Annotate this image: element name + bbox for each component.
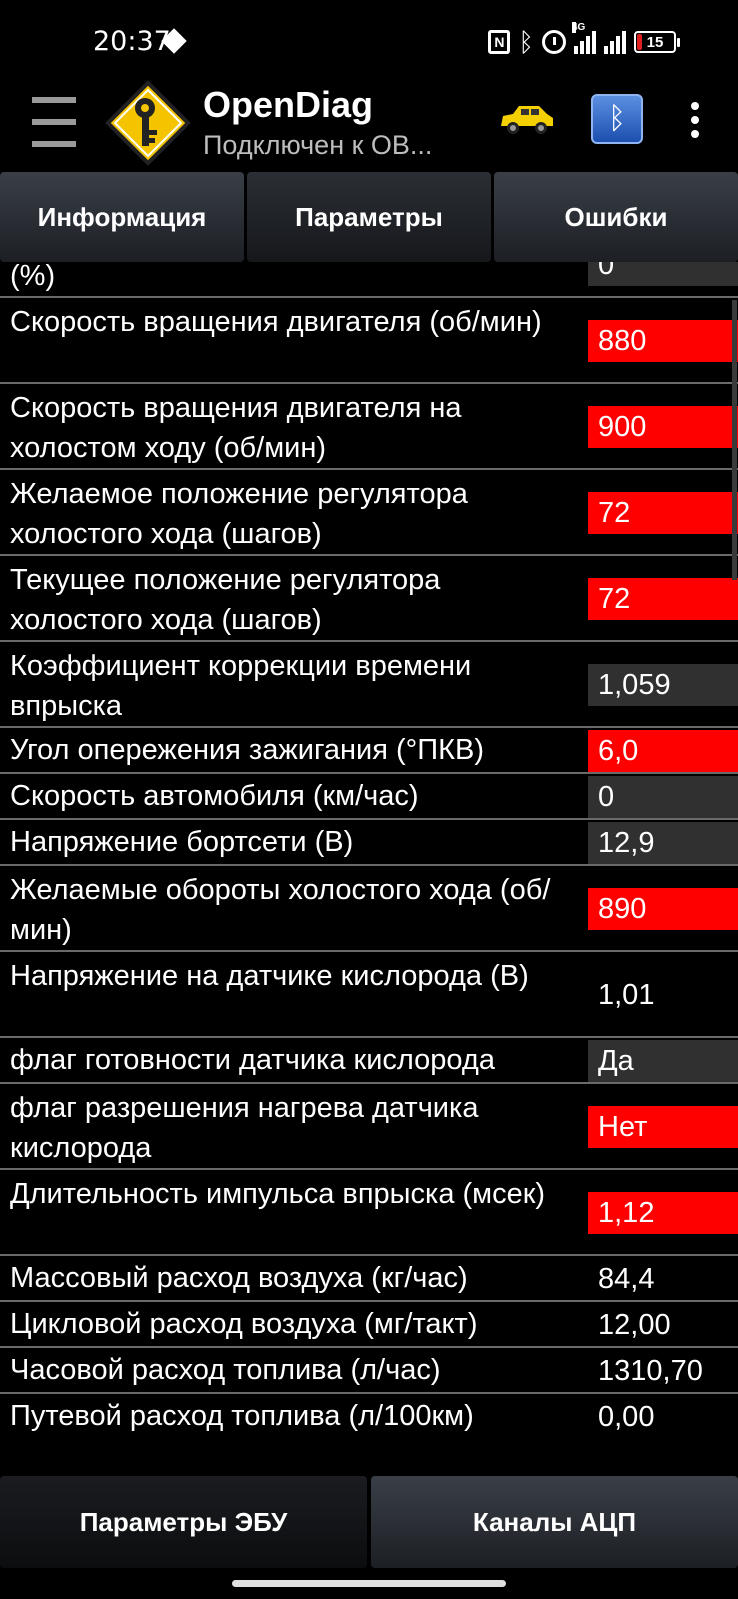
param-label: Путевой расход топлива (л/100км) xyxy=(10,1400,474,1432)
param-value: 0 xyxy=(588,262,738,286)
table-row: флаг готовности датчика кислорода Да xyxy=(0,1038,738,1084)
table-row: Скорость вращения двигателя на холостом … xyxy=(0,384,738,470)
param-label: Скорость вращения двигателя на холостом … xyxy=(10,392,462,464)
opendiag-logo-icon xyxy=(105,80,191,166)
table-row: Коэффициент коррекции времени впрыска 1,… xyxy=(0,642,738,728)
param-value: 12,00 xyxy=(598,1309,671,1341)
tab-ecu-params[interactable]: Параметры ЭБУ xyxy=(0,1476,367,1568)
param-value: 84,4 xyxy=(598,1263,655,1295)
param-label: Часовой расход топлива (л/час) xyxy=(10,1354,441,1386)
top-tabs: Информация Параметры Ошибки xyxy=(0,172,738,262)
param-label: Скорость вращения двигателя (об/мин) xyxy=(10,306,542,338)
param-value: 0 xyxy=(588,776,738,818)
param-value: Нет xyxy=(588,1106,738,1148)
status-time: 20:37 xyxy=(93,26,171,57)
tab-errors[interactable]: Ошибки xyxy=(494,172,738,262)
param-value: Да xyxy=(588,1040,738,1082)
param-value: 880 xyxy=(588,320,738,362)
param-label: Коэффициент коррекции времени впрыска xyxy=(10,650,472,722)
param-value: 890 xyxy=(588,888,738,930)
table-row: Путевой расход топлива (л/100км) 0,00 xyxy=(0,1394,738,1440)
param-value: 12,9 xyxy=(588,822,738,864)
param-label: Скорость автомобиля (км/час) xyxy=(10,780,419,812)
param-label: Массовый расход воздуха (кг/час) xyxy=(10,1262,468,1294)
param-label: Желаемое положение регулятора холостого … xyxy=(10,478,468,550)
table-row: Желаемые обороты холостого хода (об/мин)… xyxy=(0,866,738,952)
table-row: Напряжение на датчике кислорода (В) 1,01 xyxy=(0,952,738,1038)
bluetooth-elm-icon[interactable]: ᛒ xyxy=(591,94,643,144)
more-vert-icon[interactable] xyxy=(690,102,700,138)
param-value: 72 xyxy=(588,492,738,534)
param-label: флаг готовности датчика кислорода xyxy=(10,1044,495,1076)
param-label: (%) xyxy=(10,262,56,292)
car-icon[interactable] xyxy=(497,102,557,136)
tab-params[interactable]: Параметры xyxy=(247,172,491,262)
table-row: Массовый расход воздуха (кг/час) 84,4 xyxy=(0,1256,738,1302)
param-value: 1,12 xyxy=(588,1192,738,1234)
table-row: Напряжение бортсети (В) 12,9 xyxy=(0,820,738,866)
param-value: 1,059 xyxy=(588,664,738,706)
table-row: Цикловой расход воздуха (мг/такт) 12,00 xyxy=(0,1302,738,1348)
param-value: 1310,70 xyxy=(598,1355,703,1387)
bluetooth-status-icon: ᛒ xyxy=(518,27,534,57)
table-row: Скорость автомобиля (км/час) 0 xyxy=(0,774,738,820)
table-row: Часовой расход топлива (л/час) 1310,70 xyxy=(0,1348,738,1394)
param-label: Желаемые обороты холостого хода (об/мин) xyxy=(10,874,551,946)
app-title: OpenDiag xyxy=(203,84,374,125)
table-row: Скорость вращения двигателя (об/мин) 880 xyxy=(0,298,738,384)
home-indicator[interactable] xyxy=(232,1580,506,1587)
param-label: флаг разрешения нагрева датчика кислород… xyxy=(10,1092,479,1164)
param-label: Напряжение бортсети (В) xyxy=(10,826,354,858)
table-row: Желаемое положение регулятора холостого … xyxy=(0,470,738,556)
table-row: Текущее положение регулятора холостого х… xyxy=(0,556,738,642)
tab-adc-channels[interactable]: Каналы АЦП xyxy=(371,1476,738,1568)
status-bar: 20:37 N ᛒ 4G 15 xyxy=(0,0,738,80)
cell-signal-icon: 4G xyxy=(572,22,596,54)
param-value: 72 xyxy=(588,578,738,620)
battery-level: 15 xyxy=(646,33,664,51)
param-label: Угол опережения зажигания (°ПКВ) xyxy=(10,734,484,766)
cell-signal-2-icon xyxy=(604,30,626,54)
table-row: Длительность импульса впрыска (мсек) 1,1… xyxy=(0,1170,738,1256)
status-icons: N ᛒ 4G 15 xyxy=(488,22,680,58)
app-bar: OpenDiag Подключен к OB... ᛒ xyxy=(0,80,738,172)
param-label: Текущее положение регулятора холостого х… xyxy=(10,564,441,636)
param-label: Длительность импульса впрыска (мсек) xyxy=(10,1178,546,1210)
param-value: 0,00 xyxy=(598,1401,655,1433)
bottom-tabs: Параметры ЭБУ Каналы АЦП xyxy=(0,1476,738,1568)
param-label: Цикловой расход воздуха (мг/такт) xyxy=(10,1308,478,1340)
param-value: 6,0 xyxy=(588,730,738,772)
table-row: (%) 0 xyxy=(0,262,738,298)
list-scrollbar[interactable] xyxy=(732,300,737,580)
alarm-icon xyxy=(542,30,566,54)
table-row: флаг разрешения нагрева датчика кислород… xyxy=(0,1084,738,1170)
connection-status: Подключен к OB... xyxy=(203,130,433,160)
battery-icon: 15 xyxy=(634,31,680,53)
param-value: 900 xyxy=(588,406,738,448)
params-list[interactable]: (%) 0 Скорость вращения двигателя (об/ми… xyxy=(0,262,738,1475)
nfc-icon: N xyxy=(488,30,511,54)
param-value: 1,01 xyxy=(598,979,655,1011)
table-row: Угол опережения зажигания (°ПКВ) 6,0 xyxy=(0,728,738,774)
network-type: 4G xyxy=(572,22,586,33)
tab-info[interactable]: Информация xyxy=(0,172,244,262)
param-label: Напряжение на датчике кислорода (В) xyxy=(10,960,529,992)
menu-icon[interactable] xyxy=(32,97,76,147)
